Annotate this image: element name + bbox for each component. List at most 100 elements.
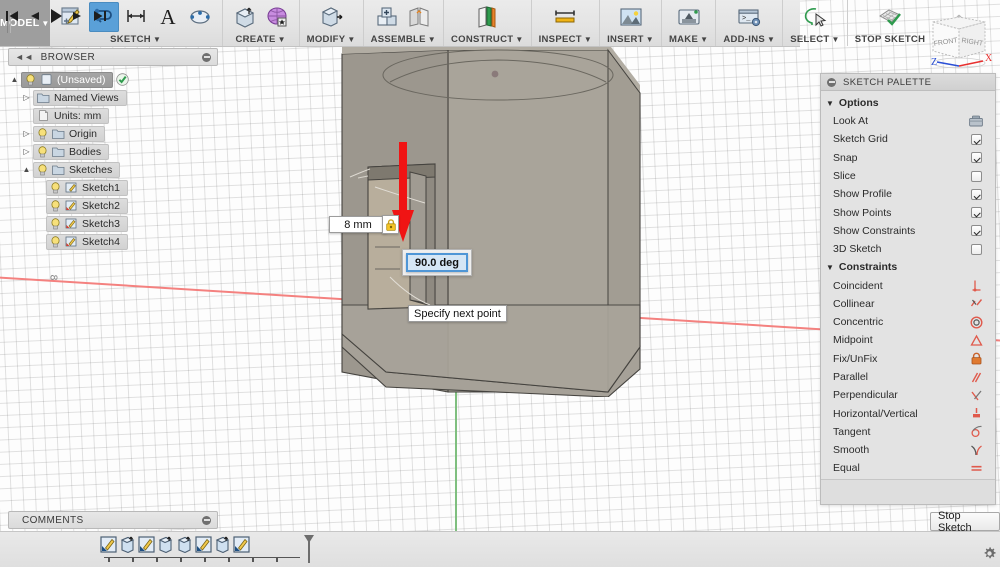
light-bulb-icon[interactable] xyxy=(37,163,48,176)
constraint-smooth[interactable]: Smooth xyxy=(821,441,995,459)
palette-option-slice[interactable]: Slice xyxy=(821,167,995,185)
toolbar-group-label[interactable]: MAKE ▼ xyxy=(669,34,708,46)
palette-option-sketch-grid[interactable]: Sketch Grid xyxy=(821,130,995,148)
palette-option-3d-sketch[interactable]: 3D Sketch xyxy=(821,240,995,258)
browser-item-pill[interactable]: Sketches xyxy=(33,161,121,178)
browser-item-sketch3[interactable]: Sketch3 xyxy=(33,215,133,232)
toolbar-group-label[interactable]: SELECT ▼ xyxy=(790,34,840,46)
green-check-badge[interactable] xyxy=(113,73,130,86)
gear-icon[interactable] xyxy=(982,546,997,564)
toolbar-group-label[interactable]: ASSEMBLE ▼ xyxy=(371,34,436,46)
constraint-midpoint[interactable]: Midpoint xyxy=(821,331,995,349)
select-lasso-icon[interactable] xyxy=(798,2,832,32)
browser-item-unsaved[interactable]: ▲ (Unsaved) xyxy=(8,71,134,88)
toolbar-group-label[interactable]: ADD-INS ▼ xyxy=(723,34,775,46)
toolbar-group-label[interactable]: CREATE ▼ xyxy=(235,34,285,46)
toolbar-group-label[interactable]: INSPECT ▼ xyxy=(539,34,593,46)
timeline-sketch-2[interactable] xyxy=(138,536,155,553)
browser-item-sketches[interactable]: ▲ Sketches xyxy=(20,161,125,178)
insert-image-icon[interactable] xyxy=(614,2,648,32)
constraint-concentric[interactable]: Concentric xyxy=(821,313,995,331)
stop-sketch-icon[interactable] xyxy=(873,2,907,32)
section-header-constraints[interactable]: ▼ Constraints xyxy=(821,258,995,276)
browser-item-sketch2[interactable]: Sketch2 xyxy=(33,197,133,214)
light-bulb-icon[interactable] xyxy=(50,181,61,194)
palette-option-show-constraints[interactable]: Show Constraints xyxy=(821,222,995,240)
look-at-icon[interactable] xyxy=(968,115,984,127)
panel-options-icon[interactable] xyxy=(827,77,836,87)
constraint-perpendicular[interactable]: Perpendicular xyxy=(821,386,995,404)
new-component-icon[interactable] xyxy=(372,2,402,32)
browser-item-units-mm[interactable]: Units: mm xyxy=(20,107,114,124)
browser-item-pill[interactable]: Origin xyxy=(33,125,106,142)
smooth-icon[interactable] xyxy=(968,444,984,457)
constraint-parallel[interactable]: Parallel xyxy=(821,368,995,386)
collapse-left-icon[interactable]: ◄◄ xyxy=(15,52,34,62)
timeline-extrude-2[interactable] xyxy=(157,536,174,554)
timeline-sketch-4[interactable] xyxy=(233,536,250,553)
light-bulb-icon[interactable] xyxy=(25,73,36,86)
palette-option-look-at[interactable]: Look At xyxy=(821,112,995,130)
palette-option-snap[interactable]: Snap xyxy=(821,149,995,167)
joint-icon[interactable] xyxy=(404,2,434,32)
expand-toggle-icon[interactable]: ▷ xyxy=(20,129,33,138)
timeline-playhead[interactable] xyxy=(303,535,315,566)
constraint-equal[interactable]: Equal xyxy=(821,459,995,477)
tangent-icon[interactable] xyxy=(968,425,984,438)
browser-item-pill[interactable]: Sketch2 xyxy=(46,197,128,214)
extrude-icon[interactable] xyxy=(230,2,260,32)
3d-print-icon[interactable] xyxy=(672,2,706,32)
section-header-options[interactable]: ▼ Options xyxy=(821,94,995,112)
dimension-icon[interactable] xyxy=(121,2,151,32)
constraint-horizontal-vertical[interactable]: Horizontal/Vertical xyxy=(821,404,995,422)
light-bulb-icon[interactable] xyxy=(50,199,61,212)
parallel-icon[interactable] xyxy=(968,371,984,384)
timeline-sketch-1[interactable] xyxy=(100,536,117,553)
length-dimension-input[interactable]: 8 mm xyxy=(329,216,387,233)
checkbox-3d-sketch[interactable] xyxy=(971,243,982,255)
browser-item-origin[interactable]: ▷ Origin xyxy=(20,125,110,142)
play-button[interactable] xyxy=(49,8,63,24)
press-pull-icon[interactable] xyxy=(314,2,348,32)
stop-sketch-button[interactable]: Stop Sketch xyxy=(930,510,1000,534)
browser-item-pill[interactable]: Sketch4 xyxy=(46,233,128,250)
form-icon[interactable] xyxy=(262,2,292,32)
expand-toggle-icon[interactable]: ▲ xyxy=(8,75,21,84)
light-bulb-icon[interactable] xyxy=(50,235,61,248)
browser-item-pill[interactable]: Named Views xyxy=(33,89,127,106)
toolbar-group-label[interactable]: INSERT ▼ xyxy=(607,34,654,46)
expand-toggle-icon[interactable]: ▲ xyxy=(20,165,33,174)
timeline-extrude-4[interactable] xyxy=(214,536,231,554)
toolbar-group-label[interactable]: CONSTRUCT ▼ xyxy=(451,34,524,46)
palette-option-show-profile[interactable]: Show Profile xyxy=(821,185,995,203)
light-bulb-icon[interactable] xyxy=(37,127,48,140)
jump-to-start-button[interactable] xyxy=(5,9,19,23)
measure-icon[interactable] xyxy=(548,2,582,32)
checkbox-show-points[interactable] xyxy=(971,207,982,219)
toolbar-group-label[interactable]: SKETCH ▼ xyxy=(110,34,161,46)
constraint-fix-unfix[interactable]: Fix/UnFix xyxy=(821,350,995,368)
browser-item-pill[interactable]: (Unsaved) xyxy=(21,71,114,88)
perpendicular-icon[interactable] xyxy=(968,389,984,402)
offset-plane-icon[interactable] xyxy=(470,2,504,32)
comments-panel[interactable]: COMMENTS xyxy=(8,511,218,529)
light-bulb-icon[interactable] xyxy=(50,217,61,230)
browser-item-pill[interactable]: Units: mm xyxy=(33,107,110,124)
text-icon[interactable]: A xyxy=(153,2,183,32)
browser-item-sketch1[interactable]: Sketch1 xyxy=(33,179,133,196)
checkbox-show-profile[interactable] xyxy=(971,188,982,200)
ellipse-icon[interactable] xyxy=(185,2,215,32)
coincident-icon[interactable] xyxy=(968,279,984,292)
step-forward-button[interactable] xyxy=(72,9,84,23)
step-back-button[interactable] xyxy=(28,9,40,23)
palette-option-show-points[interactable]: Show Points xyxy=(821,203,995,221)
checkbox-sketch-grid[interactable] xyxy=(971,133,982,145)
browser-item-pill[interactable]: Sketch3 xyxy=(46,215,128,232)
browser-item-bodies[interactable]: ▷ Bodies xyxy=(20,143,114,160)
horizontal-vertical-icon[interactable] xyxy=(968,407,984,420)
collinear-icon[interactable] xyxy=(968,297,984,310)
panel-options-icon[interactable] xyxy=(202,52,211,62)
panel-options-icon[interactable] xyxy=(202,515,211,525)
checkbox-snap[interactable] xyxy=(971,152,982,164)
concentric-icon[interactable] xyxy=(968,316,984,329)
